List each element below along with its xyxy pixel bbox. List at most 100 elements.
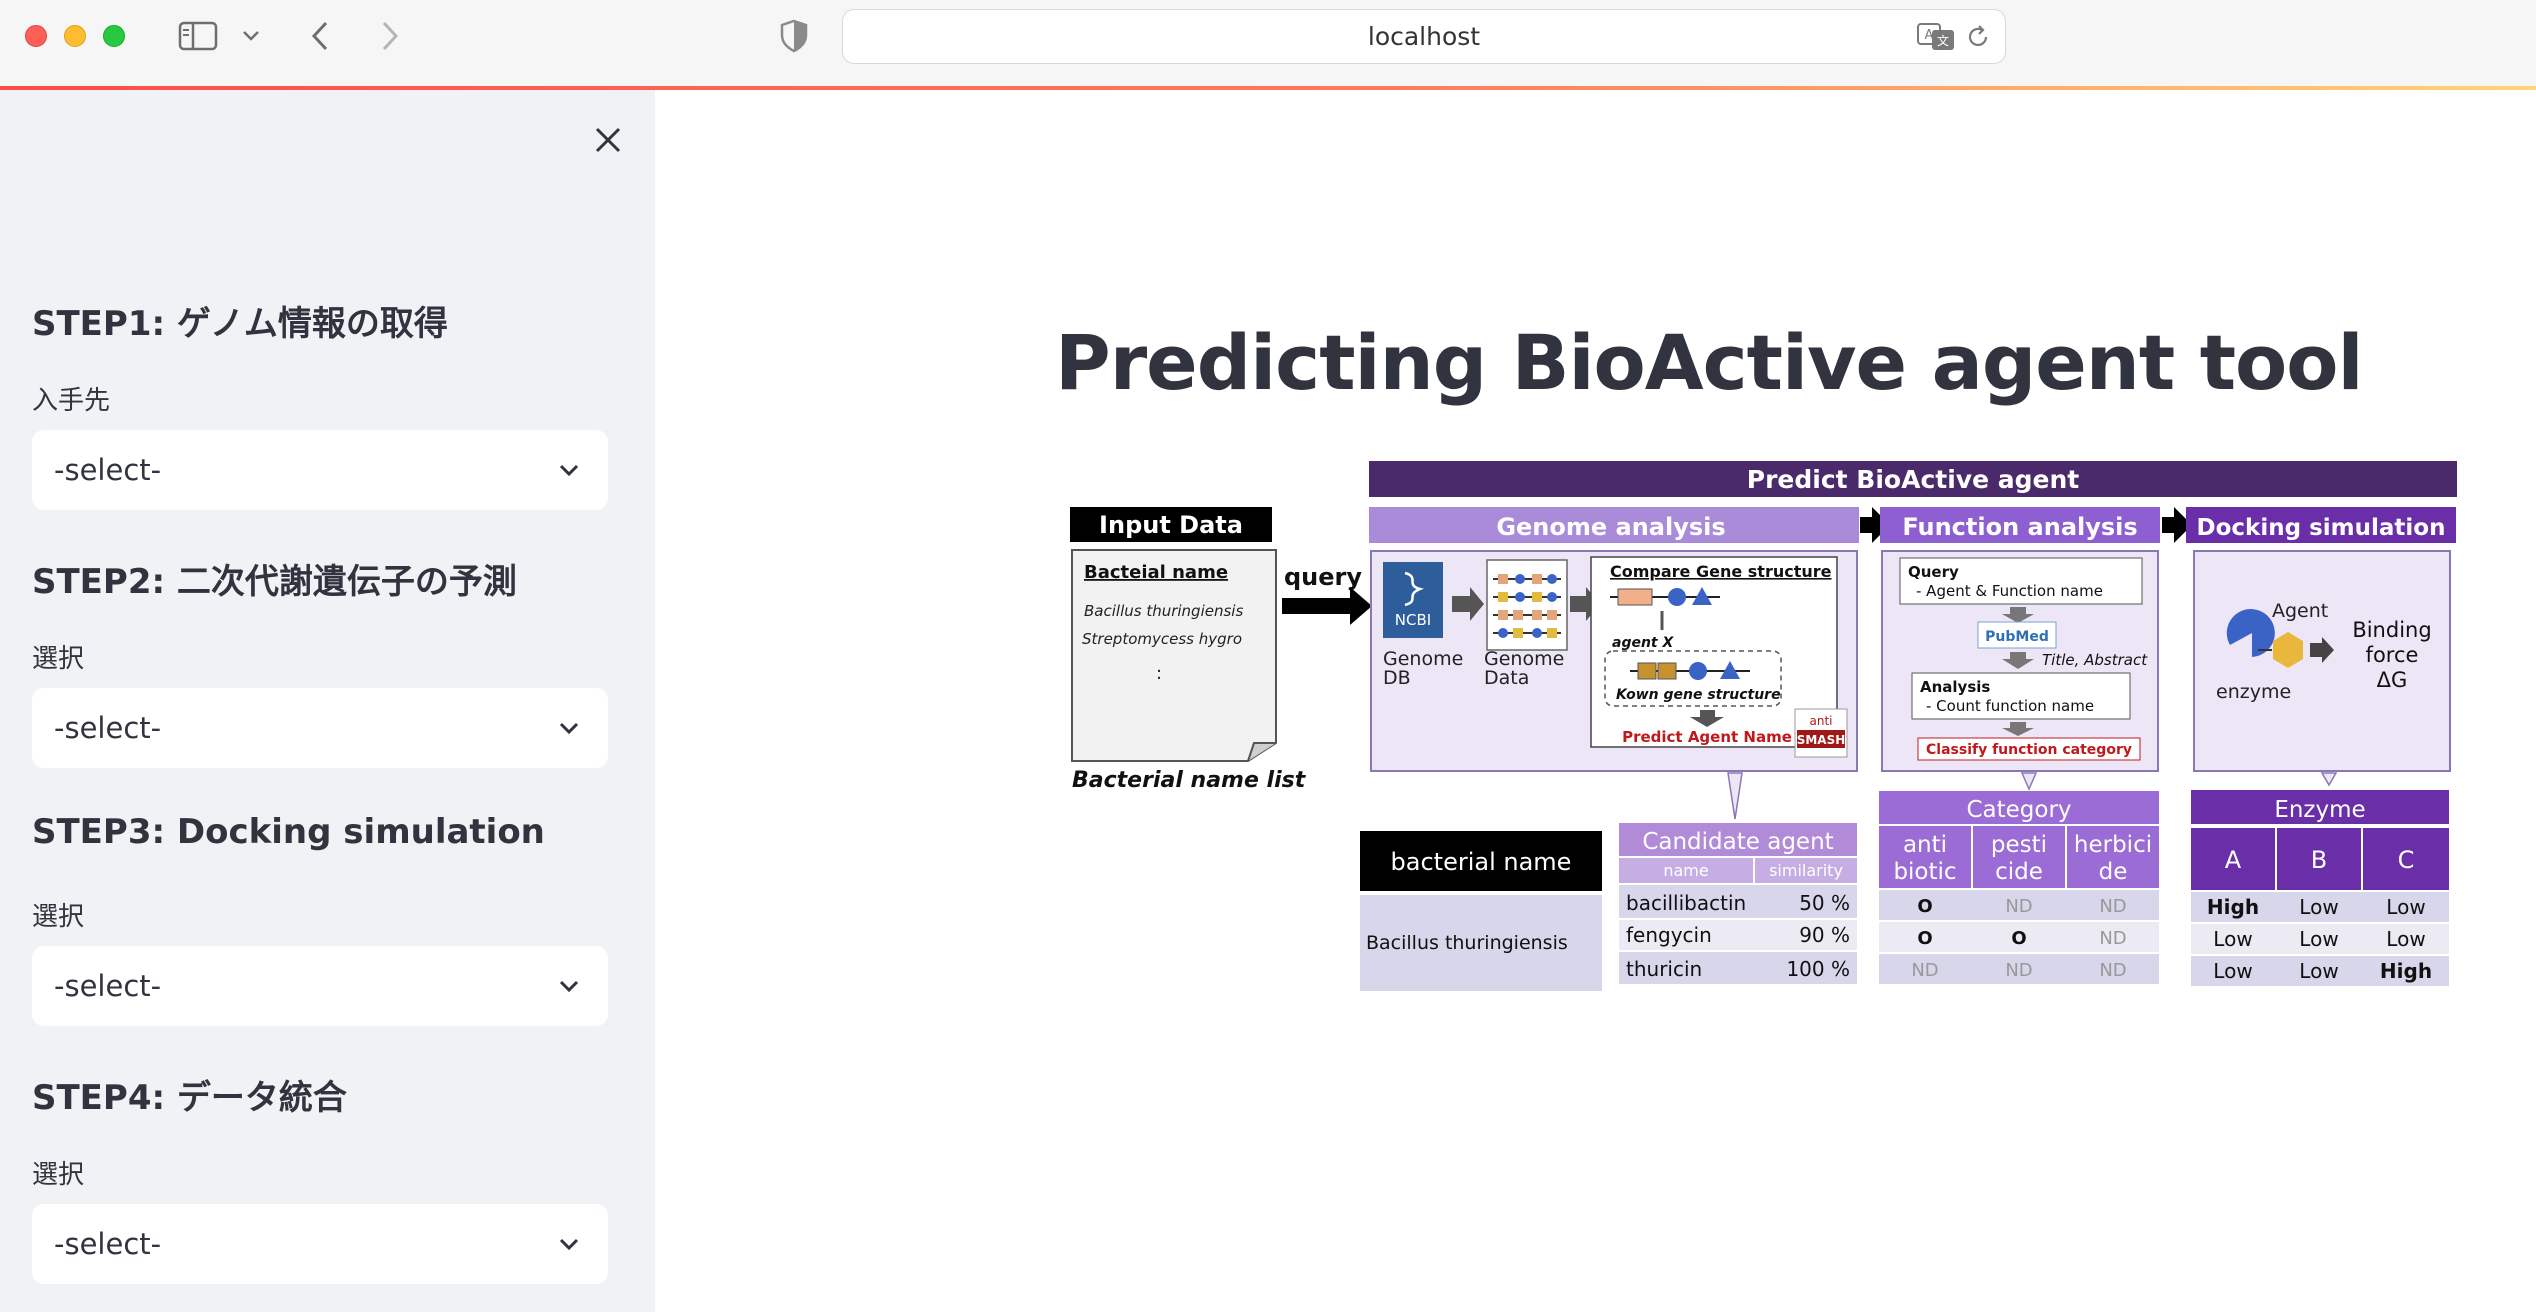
close-sidebar-icon[interactable] — [588, 120, 628, 160]
antismash-anti: anti — [1810, 714, 1833, 728]
url-text[interactable]: localhost — [843, 10, 2005, 63]
enzyme-r2c2: High — [2380, 959, 2432, 983]
step3-select-value: -select- — [54, 969, 162, 1003]
chevron-down-icon — [559, 722, 579, 735]
category-col1-l2: cide — [1995, 859, 2043, 885]
enzyme-r2c0: Low — [2213, 959, 2252, 983]
enzyme-col-b: B — [2311, 846, 2327, 874]
back-icon — [311, 21, 328, 51]
step4-select-value: -select- — [54, 1227, 162, 1261]
genome-analysis-title: Genome analysis — [1496, 513, 1725, 541]
title-abstract-label: Title, Abstract — [2042, 651, 2148, 669]
bacterial-header: bacterial name — [1391, 848, 1572, 876]
page-title: Predicting BioActive agent tool — [1055, 318, 2363, 407]
category-title: Category — [1966, 797, 2071, 823]
candidate-row2-name: thuricin — [1626, 957, 1702, 981]
agent-x-label: agent X — [1612, 635, 1674, 651]
sidebar-icon — [178, 21, 218, 51]
enzyme-col-a: A — [2225, 846, 2242, 874]
back-button[interactable] — [302, 14, 338, 58]
category-col1-l1: pesti — [1991, 832, 2047, 858]
callout-pointer — [1727, 772, 1743, 820]
doc-line2: Streptomycess hygro — [1082, 630, 1242, 648]
function-query-item: - Agent & Function name — [1916, 582, 2103, 600]
step1-select[interactable]: -select- — [32, 430, 608, 510]
input-data-title: Input Data — [1099, 511, 1243, 539]
antismash-smash: SMASH — [1797, 733, 1846, 747]
enzyme-r0c0: High — [2207, 895, 2259, 919]
enzyme-r2c1: Low — [2299, 959, 2338, 983]
step1-label: 入手先 — [32, 386, 111, 416]
diagram-header: Predict BioActive agent — [1747, 465, 2080, 494]
input-caption: Bacterial name list — [1072, 768, 1307, 793]
chevron-down-icon — [559, 464, 579, 477]
category-r0c2: ND — [2099, 896, 2126, 917]
category-r0c1: ND — [2005, 896, 2032, 917]
docking-agent-label: Agent — [2272, 600, 2328, 622]
candidate-row0-name: bacillibactin — [1626, 891, 1746, 915]
enzyme-r1c0: Low — [2213, 927, 2252, 951]
enzyme-r0c2: Low — [2386, 895, 2425, 919]
enzyme-title: Enzyme — [2274, 797, 2365, 823]
forward-icon — [382, 21, 399, 51]
step2-label: 選択 — [32, 644, 85, 674]
candidate-title: Candidate agent — [1642, 829, 1833, 855]
privacy-report-button[interactable] — [776, 14, 812, 58]
address-bar[interactable]: localhost A 文 — [842, 9, 2006, 64]
enzyme-r0c1: Low — [2299, 895, 2338, 919]
query-arrow — [1282, 587, 1372, 625]
shield-icon — [780, 19, 808, 53]
step4-label: 選択 — [32, 1160, 85, 1190]
chevron-down-icon — [559, 1238, 579, 1251]
tab-overview-button[interactable] — [238, 14, 264, 58]
category-col0-l2: biotic — [1893, 859, 1956, 885]
svg-text:文: 文 — [1937, 33, 1949, 48]
step2-select[interactable]: -select- — [32, 688, 608, 768]
bacterial-name: Bacillus thuringiensis — [1366, 932, 1568, 954]
enzyme-r1c2: Low — [2386, 927, 2425, 951]
doc-line1: Bacillus thuringiensis — [1084, 602, 1243, 620]
query-label: query — [1284, 563, 1362, 591]
known-structure-label: Kown gene structure — [1616, 687, 1781, 703]
chevron-down-icon — [559, 980, 579, 993]
category-r1c2: ND — [2099, 928, 2126, 949]
minimize-window-button[interactable] — [64, 25, 86, 47]
candidate-row1-sim: 90 % — [1799, 923, 1850, 947]
ncbi-label: NCBI — [1395, 611, 1431, 629]
reload-icon[interactable] — [1965, 24, 1991, 50]
candidate-col-name: name — [1663, 861, 1708, 880]
category-col2-l2: de — [2099, 859, 2128, 885]
category-col2-l1: herbici — [2074, 832, 2152, 858]
workflow-diagram: Predict BioActive agent Input Data Bacte… — [1070, 461, 2457, 991]
candidate-col-similarity: similarity — [1769, 861, 1843, 880]
enzyme-col-c: C — [2398, 846, 2415, 874]
genome-data-label2: Data — [1484, 667, 1529, 689]
close-window-button[interactable] — [25, 25, 47, 47]
classify-label: Classify function category — [1926, 742, 2132, 758]
zoom-window-button[interactable] — [103, 25, 125, 47]
function-query: Query — [1908, 563, 1959, 581]
function-analysis-item: - Count function name — [1926, 697, 2094, 715]
function-analysis: Analysis — [1920, 678, 1990, 696]
function-analysis-title: Function analysis — [1902, 513, 2137, 541]
binding-label3: ΔG — [2377, 668, 2408, 692]
enzyme-r1c1: Low — [2299, 927, 2338, 951]
category-r1c0: O — [1917, 928, 1932, 949]
browser-toolbar: localhost A 文 — [0, 0, 2536, 88]
docking-title: Docking simulation — [2197, 515, 2446, 541]
candidate-row0-sim: 50 % — [1799, 891, 1850, 915]
step4-select[interactable]: -select- — [32, 1204, 608, 1284]
step3-label: 選択 — [32, 902, 85, 932]
step4-title: STEP4: データ統合 — [32, 1078, 347, 1118]
genome-db-label2: DB — [1383, 667, 1411, 689]
step3-select[interactable]: -select- — [32, 946, 608, 1026]
category-r0c0: O — [1917, 896, 1932, 917]
sidebar-toggle-button[interactable] — [176, 14, 220, 58]
forward-button[interactable] — [372, 14, 408, 58]
step1-title: STEP1: ゲノム情報の取得 — [32, 304, 448, 344]
sidebar: STEP1: ゲノム情報の取得 入手先 -select- STEP2: 二次代謝… — [0, 90, 655, 1312]
translate-icon[interactable]: A 文 — [1917, 23, 1955, 51]
category-r2c2: ND — [2099, 960, 2126, 981]
binding-label2: force — [2366, 643, 2419, 667]
docking-enzyme-label: enzyme — [2216, 681, 2291, 703]
